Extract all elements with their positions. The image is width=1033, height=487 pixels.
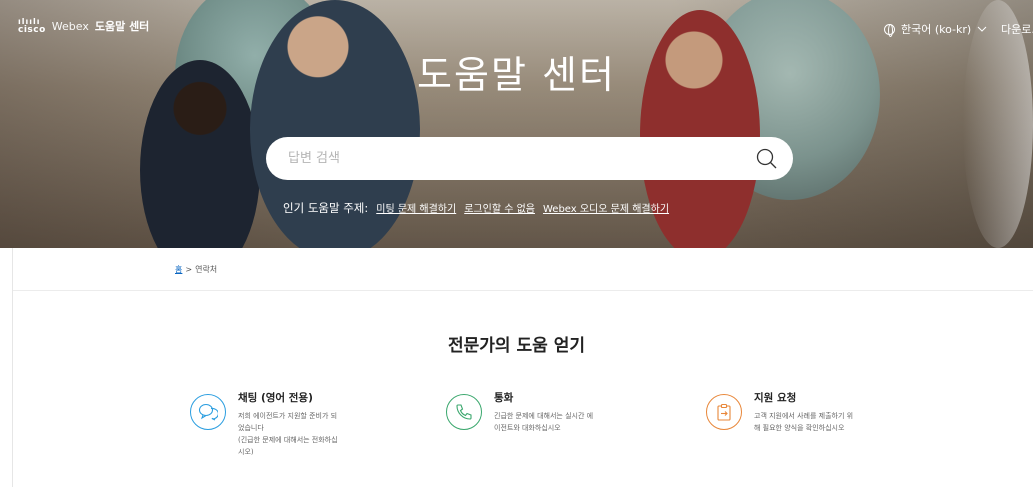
phone-icon <box>456 404 472 420</box>
globe-icon <box>884 23 895 37</box>
download-link[interactable]: 다운로. <box>1001 21 1033 37</box>
popular-link-audio[interactable]: Webex 오디오 문제 해결하기 <box>543 200 669 215</box>
support-circle <box>706 394 742 430</box>
breadcrumb-current: 연락처 <box>195 265 218 274</box>
language-selector[interactable]: 한국어 (ko-kr) <box>884 21 987 37</box>
support-card-desc: 고객 지원에서 사례를 제출하기 위 해 필요한 양식을 확인하십시오 <box>754 412 854 432</box>
popular-link-meeting[interactable]: 미팅 문제 해결하기 <box>376 200 456 215</box>
support-card-title: 지원 요청 <box>754 392 797 404</box>
chat-bubbles-icon <box>198 403 218 421</box>
webex-logo-link[interactable]: ılıılı cisco Webex 도움말 센터 <box>18 17 150 35</box>
support-request-card[interactable]: 지원 요청 고객 지원에서 사례를 제출하기 위 해 필요한 양식을 확인하십시… <box>706 390 874 434</box>
search-icon[interactable] <box>756 148 778 170</box>
page-title: 도움말 센터 <box>417 53 616 97</box>
breadcrumb-separator: > <box>185 265 193 274</box>
search-box <box>266 137 793 180</box>
call-circle <box>446 394 482 430</box>
logo-product: Webex <box>51 19 89 33</box>
top-bar: ılıılı cisco Webex 도움말 센터 한국어 (ko-kr) 다운로… <box>0 0 1033 40</box>
popular-topics: 인기 도움말 주제: 미팅 문제 해결하기 로그인할 수 없음 Webex 오디… <box>283 200 669 216</box>
breadcrumb-home-link[interactable]: 홈 <box>175 264 182 275</box>
hero-banner: ılıılı cisco Webex 도움말 센터 한국어 (ko-kr) 다운로… <box>0 0 1033 248</box>
chat-card-desc: 저희 에이전트가 지원할 준비가 되 었습니다 (긴급한 문제에 대해서는 전화… <box>238 412 338 456</box>
logo-title: 도움말 센터 <box>94 20 150 33</box>
chat-card-title: 채팅 (영어 전용) <box>238 392 313 404</box>
call-card-title: 통화 <box>494 392 514 404</box>
chat-circle <box>190 394 226 430</box>
left-border <box>0 248 13 487</box>
clipboard-arrow-icon <box>717 403 731 421</box>
popular-topics-label: 인기 도움말 주제: <box>283 201 369 215</box>
search-input[interactable] <box>288 137 728 180</box>
support-card-text: 지원 요청 고객 지원에서 사례를 제출하기 위 해 필요한 양식을 확인하십시… <box>754 390 874 434</box>
chat-card-text: 채팅 (영어 전용) 저희 에이전트가 지원할 준비가 되 었습니다 (긴급한 … <box>238 390 358 458</box>
chevron-down-icon <box>977 26 987 32</box>
section-title: 전문가의 도움 얻기 <box>448 336 585 356</box>
divider <box>13 290 1033 291</box>
chat-card[interactable]: 채팅 (영어 전용) 저희 에이전트가 지원할 준비가 되 었습니다 (긴급한 … <box>190 390 358 458</box>
call-card-desc: 긴급한 문제에 대해서는 실시간 에 이전트와 대화하십시오 <box>494 412 594 432</box>
popular-link-signin[interactable]: 로그인할 수 없음 <box>464 200 535 215</box>
language-label: 한국어 (ko-kr) <box>901 23 972 36</box>
call-card-text: 통화 긴급한 문제에 대해서는 실시간 에 이전트와 대화하십시오 <box>494 390 614 434</box>
cisco-logo-icon: ılıılı cisco <box>18 17 46 35</box>
breadcrumb: 홈 > 연락처 <box>175 264 217 275</box>
call-card[interactable]: 통화 긴급한 문제에 대해서는 실시간 에 이전트와 대화하십시오 <box>446 390 614 434</box>
